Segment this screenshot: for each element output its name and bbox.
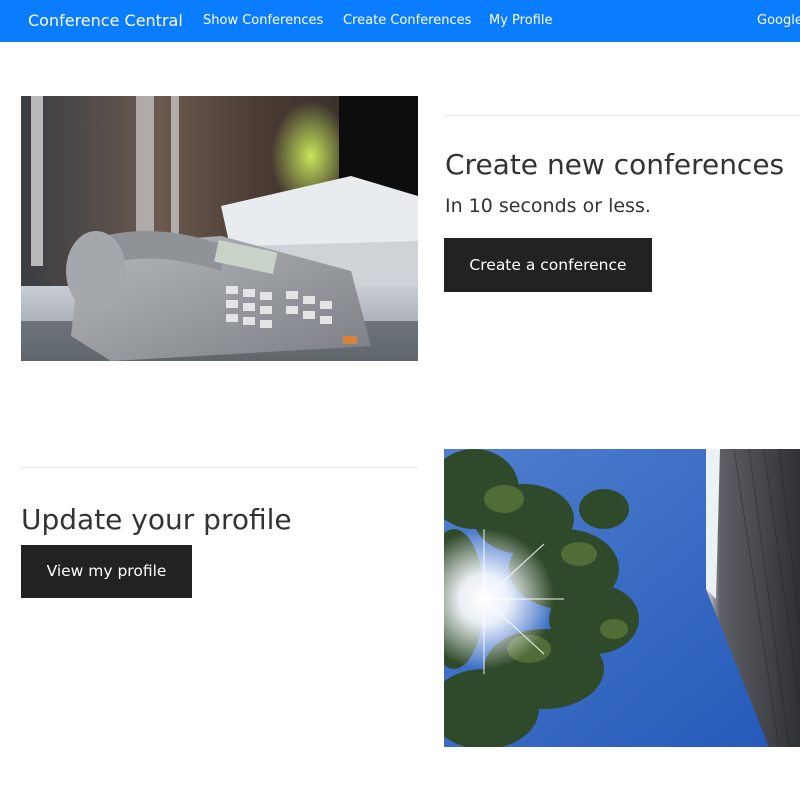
brand-link[interactable]: Conference Central — [28, 0, 183, 42]
nav-create-conferences[interactable]: Create Conferences — [343, 0, 471, 42]
section-divider — [445, 115, 800, 116]
nav-my-profile[interactable]: My Profile — [489, 0, 552, 42]
create-section-title: Create new conferences — [445, 148, 785, 181]
section-divider — [21, 467, 418, 468]
create-conference-button[interactable]: Create a conference — [444, 238, 652, 292]
view-profile-button[interactable]: View my profile — [21, 545, 192, 598]
profile-section-title: Update your profile — [21, 503, 292, 536]
top-navbar: Conference Central Show Conferences Crea… — [0, 0, 800, 42]
nav-show-conferences[interactable]: Show Conferences — [203, 0, 323, 42]
google-signin-link[interactable]: Google — [757, 0, 800, 42]
sky-tree-sun-photo — [444, 449, 800, 747]
office-phone-photo — [21, 96, 418, 361]
create-section-subtitle: In 10 seconds or less. — [445, 195, 651, 217]
